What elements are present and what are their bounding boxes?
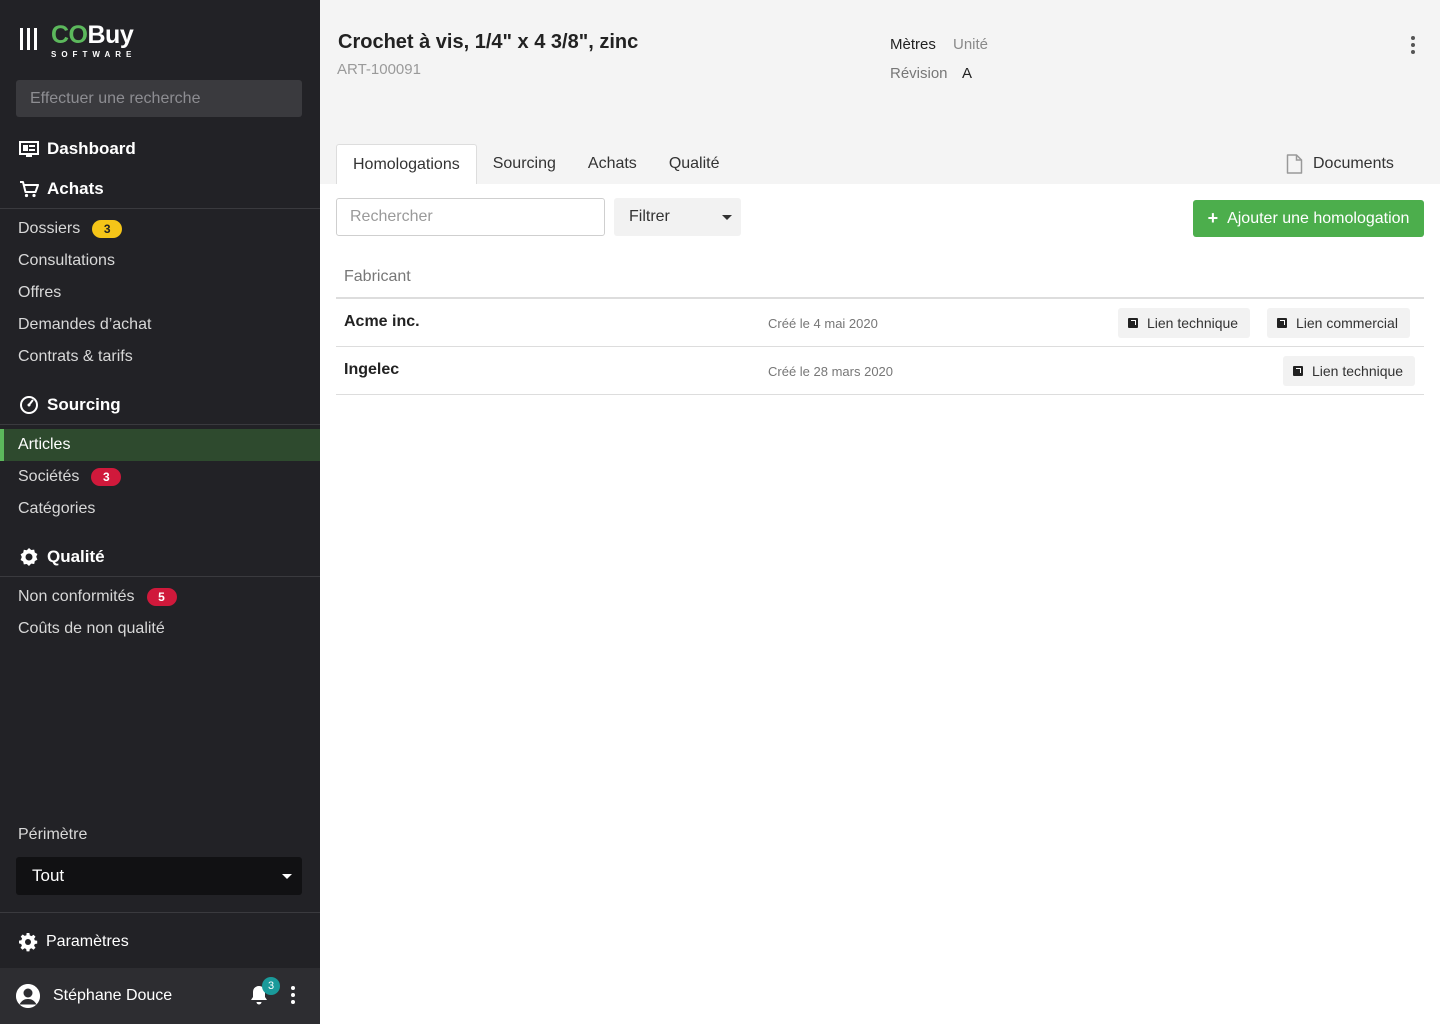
caret-down-icon bbox=[722, 215, 732, 220]
sidebar-item-demandes-achat[interactable]: Demandes d’achat bbox=[0, 309, 320, 341]
nav-section-sourcing[interactable]: Sourcing bbox=[0, 385, 320, 425]
societes-count-badge: 3 bbox=[91, 468, 122, 486]
homologations-panel: Filtrer + Ajouter une homologation Fabri… bbox=[320, 184, 1440, 1024]
user-bar: Stéphane Douce 3 bbox=[0, 968, 320, 1024]
sidebar: COBuy SOFTWARE Dashboard Achats Dossiers… bbox=[0, 0, 320, 1024]
compass-icon bbox=[18, 394, 40, 416]
created-date: Créé le 28 mars 2020 bbox=[768, 364, 894, 379]
revision-value: A bbox=[962, 65, 973, 82]
plus-icon: + bbox=[1207, 208, 1219, 228]
nav-section-achats[interactable]: Achats bbox=[0, 169, 320, 209]
sidebar-divider bbox=[0, 912, 320, 913]
document-icon bbox=[1286, 154, 1303, 174]
sidebar-item-label: Consultations bbox=[18, 252, 115, 269]
technical-link-button[interactable]: Lien technique bbox=[1283, 356, 1416, 386]
notification-count-badge: 3 bbox=[262, 977, 280, 995]
unit-label: Mètres bbox=[890, 36, 936, 53]
dashboard-icon bbox=[18, 138, 40, 160]
sidebar-item-label: Sociétés bbox=[18, 468, 80, 485]
commercial-link-button[interactable]: Lien commercial bbox=[1267, 308, 1410, 338]
item-reference: ART-100091 bbox=[337, 61, 421, 78]
table-row[interactable]: Ingelec Créé le 28 mars 2020 Lien techni… bbox=[336, 347, 1424, 395]
sidebar-item-label: Demandes d’achat bbox=[18, 316, 152, 333]
filter-dropdown[interactable]: Filtrer bbox=[614, 198, 741, 236]
nav-section-qualite[interactable]: Qualité bbox=[0, 537, 320, 577]
manufacturer-name[interactable]: Acme inc. bbox=[344, 313, 420, 331]
logo-bars-icon bbox=[20, 28, 37, 50]
nav-section-sourcing-label: Sourcing bbox=[47, 394, 121, 414]
sidebar-item-label: Contrats & tarifs bbox=[18, 348, 133, 365]
logo-co: CO bbox=[51, 21, 88, 49]
settings-link[interactable]: Paramètres bbox=[0, 922, 320, 962]
logo-subtitle: SOFTWARE bbox=[51, 50, 137, 59]
sidebar-item-societes[interactable]: Sociétés 3 bbox=[0, 461, 320, 493]
table-row[interactable]: Acme inc. Créé le 4 mai 2020 Lien techni… bbox=[336, 299, 1424, 347]
add-homologation-label: Ajouter une homologation bbox=[1227, 209, 1410, 227]
nav-section-qualite-label: Qualité bbox=[47, 546, 105, 566]
sidebar-item-articles[interactable]: Articles bbox=[0, 429, 320, 461]
perimetre-label: Périmètre bbox=[18, 826, 88, 843]
table-header-fabricant[interactable]: Fabricant bbox=[336, 256, 1424, 299]
user-more-icon[interactable] bbox=[291, 986, 295, 1004]
sidebar-item-offres[interactable]: Offres bbox=[0, 277, 320, 309]
add-homologation-button[interactable]: + Ajouter une homologation bbox=[1193, 200, 1424, 237]
page-title: Crochet à vis, 1/4" x 4 3/8", zinc bbox=[338, 31, 639, 53]
sidebar-item-categories[interactable]: Catégories bbox=[0, 493, 320, 525]
caret-down-icon bbox=[282, 874, 292, 879]
main-content: Crochet à vis, 1/4" x 4 3/8", zinc ART-1… bbox=[320, 0, 1440, 1024]
sidebar-item-couts-non-qualite[interactable]: Coûts de non qualité bbox=[0, 613, 320, 645]
perimetre-select[interactable]: Tout bbox=[16, 857, 302, 895]
quality-badge-icon bbox=[18, 546, 40, 568]
sidebar-item-contrats-tarifs[interactable]: Contrats & tarifs bbox=[0, 341, 320, 373]
tab-homologations[interactable]: Homologations bbox=[336, 144, 477, 184]
user-avatar-icon[interactable] bbox=[16, 984, 40, 1008]
tab-documents-label: Documents bbox=[1313, 155, 1394, 172]
revision-label: Révision bbox=[890, 65, 948, 82]
sidebar-item-label: Articles bbox=[18, 436, 71, 453]
logo-buy: Buy bbox=[87, 21, 134, 49]
link-label: Lien technique bbox=[1312, 363, 1404, 379]
sidebar-search-input[interactable] bbox=[16, 80, 302, 117]
filter-label: Filtrer bbox=[629, 208, 670, 225]
cart-icon bbox=[18, 178, 40, 200]
more-options-icon[interactable] bbox=[1411, 36, 1415, 54]
external-link-icon bbox=[1128, 318, 1138, 328]
technical-link-button[interactable]: Lien technique bbox=[1118, 308, 1251, 338]
link-label: Lien technique bbox=[1147, 315, 1239, 331]
sidebar-item-label: Offres bbox=[18, 284, 62, 301]
gear-icon bbox=[18, 932, 38, 952]
sidebar-item-label: Coûts de non qualité bbox=[18, 620, 165, 637]
external-link-icon bbox=[1277, 318, 1287, 328]
unit-value: Unité bbox=[953, 36, 989, 53]
sidebar-item-dossiers[interactable]: Dossiers 3 bbox=[0, 213, 320, 245]
tab-sourcing[interactable]: Sourcing bbox=[477, 144, 572, 184]
created-date: Créé le 4 mai 2020 bbox=[768, 316, 878, 331]
external-link-icon bbox=[1293, 366, 1303, 376]
cobuy-logo[interactable]: COBuy SOFTWARE bbox=[20, 22, 136, 62]
manufacturer-name[interactable]: Ingelec bbox=[344, 361, 399, 379]
tab-bar: Homologations Sourcing Achats Qualité bbox=[336, 144, 736, 184]
tab-qualite[interactable]: Qualité bbox=[653, 144, 736, 184]
non-conformites-count-badge: 5 bbox=[146, 588, 177, 606]
homologation-search-input[interactable] bbox=[336, 198, 605, 236]
sidebar-item-non-conformites[interactable]: Non conformités 5 bbox=[0, 581, 320, 613]
nav-section-achats-label: Achats bbox=[47, 178, 104, 198]
tab-achats[interactable]: Achats bbox=[572, 144, 653, 184]
item-header: Crochet à vis, 1/4" x 4 3/8", zinc ART-1… bbox=[320, 0, 1440, 184]
perimetre-value: Tout bbox=[32, 866, 65, 885]
dossiers-count-badge: 3 bbox=[92, 220, 123, 238]
nav-dashboard[interactable]: Dashboard bbox=[0, 129, 320, 169]
sidebar-item-label: Catégories bbox=[18, 500, 96, 517]
tab-documents[interactable]: Documents bbox=[1286, 144, 1394, 184]
settings-label: Paramètres bbox=[46, 933, 129, 950]
sidebar-item-label: Dossiers bbox=[18, 220, 81, 237]
user-name[interactable]: Stéphane Douce bbox=[53, 987, 172, 1005]
sidebar-item-label: Non conformités bbox=[18, 588, 135, 605]
sidebar-item-consultations[interactable]: Consultations bbox=[0, 245, 320, 277]
nav-dashboard-label: Dashboard bbox=[47, 139, 136, 158]
link-label: Lien commercial bbox=[1296, 315, 1398, 331]
